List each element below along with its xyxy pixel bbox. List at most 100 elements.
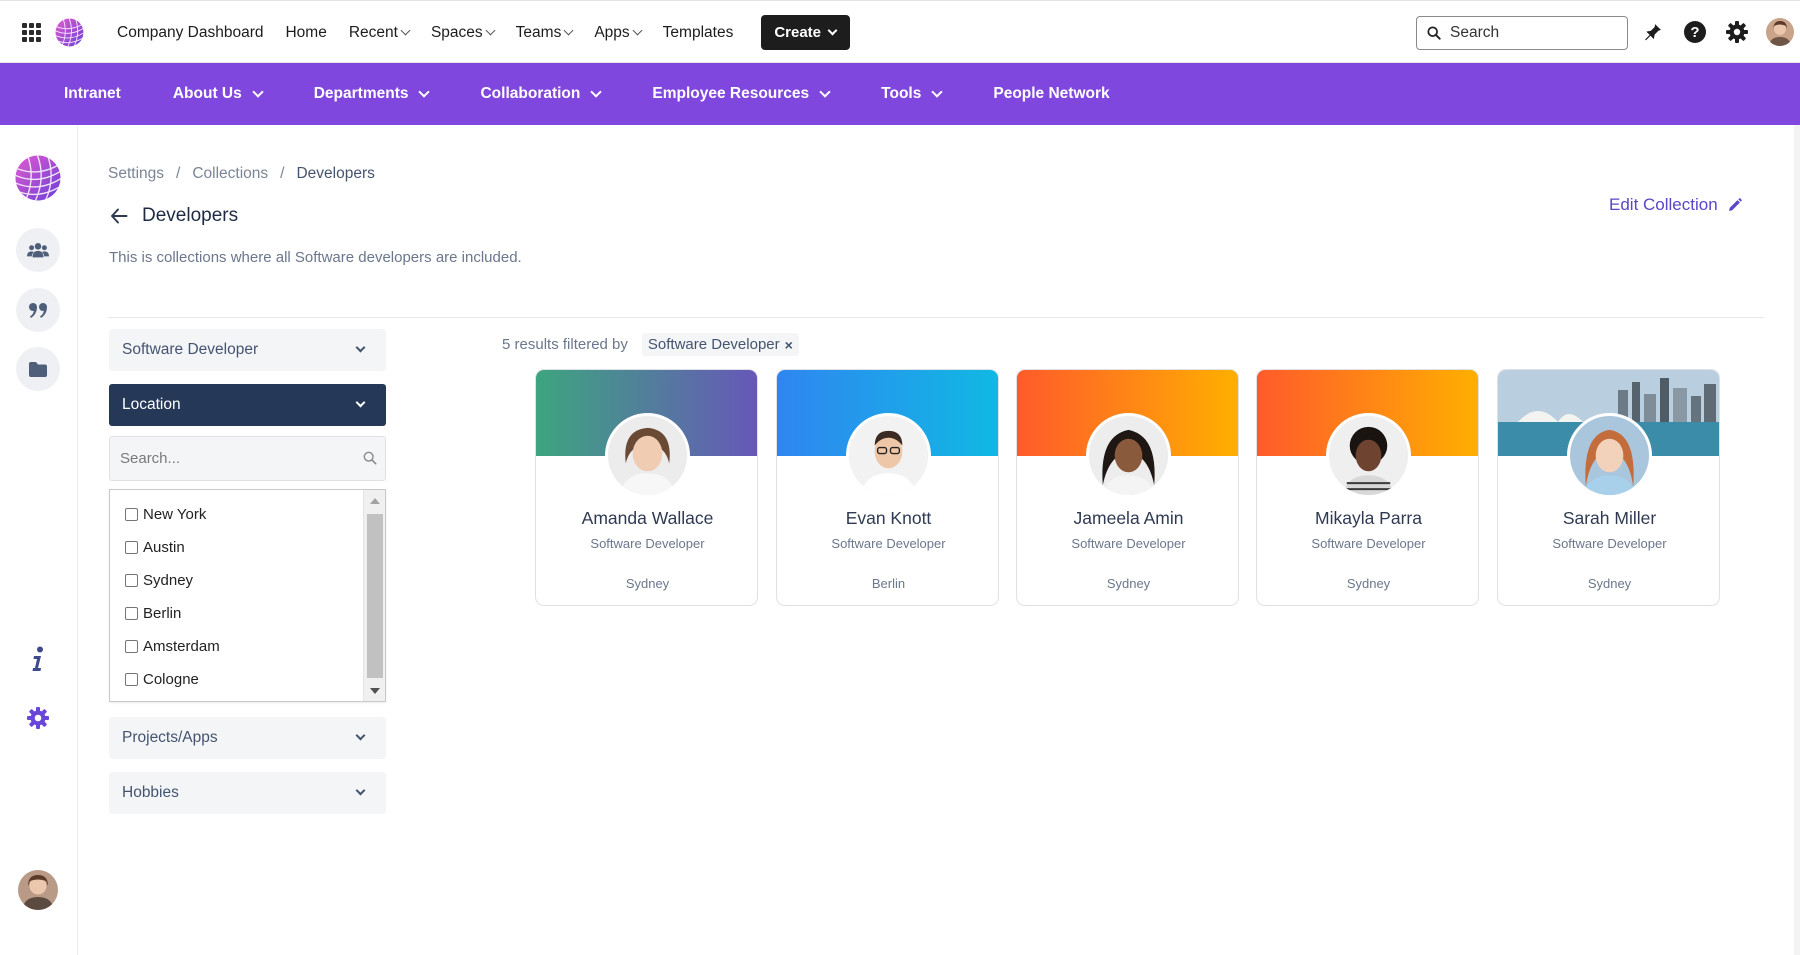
checkbox[interactable] bbox=[125, 640, 138, 653]
create-label: Create bbox=[774, 24, 822, 41]
chevron-down-icon bbox=[418, 86, 431, 98]
person-card[interactable]: Jameela Amin Software Developer Sydney bbox=[1016, 369, 1239, 606]
menu-label: About Us bbox=[172, 85, 242, 102]
location-options-list[interactable]: New York Austin Sydney Berlin Amsterdam … bbox=[109, 489, 386, 702]
remove-filter-icon[interactable]: × bbox=[785, 337, 793, 353]
create-button[interactable]: Create bbox=[761, 15, 851, 50]
checkbox[interactable] bbox=[125, 673, 138, 686]
breadcrumb-separator: / bbox=[280, 165, 285, 182]
apps-grid-icon[interactable] bbox=[22, 23, 41, 42]
breadcrumb-developers: Developers bbox=[296, 165, 375, 182]
person-card[interactable]: Mikayla Parra Software Developer Sydney bbox=[1256, 369, 1479, 606]
option-label: Amsterdam bbox=[143, 638, 220, 655]
nav-label: Company Dashboard bbox=[117, 23, 264, 41]
menu-label: Collaboration bbox=[480, 85, 581, 102]
menu-intranet[interactable]: Intranet bbox=[64, 85, 121, 103]
checkbox[interactable] bbox=[125, 607, 138, 620]
option-label: New York bbox=[143, 506, 207, 523]
location-option[interactable]: New York bbox=[125, 506, 206, 523]
folder-icon[interactable] bbox=[16, 347, 60, 391]
page-scrollbar-track[interactable] bbox=[1794, 125, 1800, 955]
page-header: Developers bbox=[110, 205, 238, 227]
people-icon[interactable] bbox=[16, 228, 60, 272]
person-card[interactable]: Evan Knott Software Developer Berlin bbox=[776, 369, 999, 606]
nav-teams[interactable]: Teams bbox=[516, 24, 574, 42]
user-avatar[interactable] bbox=[18, 870, 58, 910]
menu-people-network[interactable]: People Network bbox=[993, 85, 1109, 103]
notifications-bell-icon[interactable] bbox=[1640, 18, 1666, 46]
help-icon[interactable]: ? bbox=[1682, 18, 1708, 46]
person-avatar bbox=[1326, 413, 1411, 498]
settings-gear-icon[interactable] bbox=[22, 702, 54, 734]
person-location: Sydney bbox=[1106, 576, 1151, 591]
scrollbar-thumb[interactable] bbox=[367, 514, 383, 678]
menu-collaboration[interactable]: Collaboration bbox=[480, 85, 603, 103]
location-option[interactable]: Cologne bbox=[125, 671, 199, 688]
quote-icon[interactable] bbox=[16, 288, 60, 332]
person-name[interactable]: Amanda Wallace bbox=[536, 508, 757, 529]
facet-software-developer[interactable]: Software Developer bbox=[109, 329, 386, 371]
facet-location[interactable]: Location bbox=[109, 384, 386, 426]
person-name[interactable]: Mikayla Parra bbox=[1257, 508, 1478, 529]
location-search-input[interactable] bbox=[120, 450, 350, 467]
breadcrumb-collections[interactable]: Collections bbox=[192, 165, 268, 183]
location-search[interactable] bbox=[109, 436, 386, 481]
nav-label: Home bbox=[285, 23, 327, 41]
person-name[interactable]: Evan Knott bbox=[777, 508, 998, 529]
menu-label: People Network bbox=[993, 85, 1110, 102]
facet-label: Projects/Apps bbox=[122, 729, 218, 746]
intranet-navigation: Intranet About Us Departments Collaborat… bbox=[0, 63, 1800, 125]
person-name[interactable]: Sarah Miller bbox=[1498, 508, 1719, 529]
nav-spaces[interactable]: Spaces bbox=[430, 23, 496, 42]
person-avatar bbox=[1567, 413, 1652, 498]
menu-employee-resources[interactable]: Employee Resources bbox=[652, 85, 831, 103]
menu-tools[interactable]: Tools bbox=[881, 85, 944, 103]
menu-about-us[interactable]: About Us bbox=[172, 85, 264, 103]
page-description: This is collections where all Software d… bbox=[109, 249, 522, 266]
nav-home[interactable]: Home bbox=[285, 24, 326, 42]
top-navigation-bar: Company Dashboard Home Recent Spaces Tea… bbox=[0, 0, 1800, 63]
chevron-down-icon bbox=[590, 86, 603, 98]
global-search[interactable] bbox=[1416, 16, 1628, 50]
search-input[interactable] bbox=[1450, 24, 1610, 42]
breadcrumb-settings[interactable]: Settings bbox=[108, 165, 164, 183]
nav-apps[interactable]: Apps bbox=[594, 24, 643, 42]
chevron-down-icon bbox=[355, 785, 366, 796]
search-icon bbox=[1427, 26, 1441, 40]
breadcrumb: Settings / Collections / Developers bbox=[108, 165, 375, 183]
facet-hobbies[interactable]: Hobbies bbox=[109, 772, 386, 814]
checkbox[interactable] bbox=[125, 508, 138, 521]
company-logo[interactable] bbox=[54, 17, 85, 48]
user-avatar[interactable] bbox=[1766, 18, 1794, 46]
nav-label: Spaces bbox=[430, 23, 483, 41]
nav-recent[interactable]: Recent bbox=[348, 23, 411, 42]
person-location: Sydney bbox=[1346, 576, 1391, 591]
checkbox[interactable] bbox=[125, 574, 138, 587]
person-card[interactable]: Amanda Wallace Software Developer Sydney bbox=[535, 369, 758, 606]
person-card[interactable]: Sarah Miller Software Developer Sydney bbox=[1497, 369, 1720, 606]
company-logo[interactable] bbox=[13, 153, 63, 203]
chevron-down-icon bbox=[355, 730, 366, 741]
scroll-up-arrow-icon[interactable] bbox=[370, 498, 380, 504]
checkbox[interactable] bbox=[125, 541, 138, 554]
facet-projects-apps[interactable]: Projects/Apps bbox=[109, 717, 386, 759]
nav-templates[interactable]: Templates bbox=[663, 24, 734, 42]
settings-gear-icon[interactable] bbox=[1724, 18, 1750, 46]
location-option[interactable]: Amsterdam bbox=[125, 638, 220, 655]
person-avatar bbox=[1086, 413, 1171, 498]
info-icon[interactable] bbox=[22, 643, 54, 675]
menu-departments[interactable]: Departments bbox=[314, 85, 431, 103]
location-option[interactable]: Austin bbox=[125, 539, 185, 556]
edit-collection-button[interactable]: Edit Collection bbox=[1609, 195, 1742, 215]
back-arrow-icon[interactable] bbox=[110, 208, 128, 224]
list-scrollbar[interactable] bbox=[363, 490, 385, 701]
filter-chip[interactable]: Software Developer × bbox=[641, 333, 799, 356]
person-name[interactable]: Jameela Amin bbox=[1017, 508, 1238, 529]
location-option[interactable]: Sydney bbox=[125, 572, 193, 589]
location-option[interactable]: Berlin bbox=[125, 605, 181, 622]
scroll-down-arrow-icon[interactable] bbox=[370, 688, 380, 694]
chevron-down-icon bbox=[632, 25, 643, 36]
option-label: Berlin bbox=[143, 605, 182, 622]
nav-company-dashboard[interactable]: Company Dashboard bbox=[117, 24, 263, 42]
nav-label: Recent bbox=[348, 23, 398, 41]
